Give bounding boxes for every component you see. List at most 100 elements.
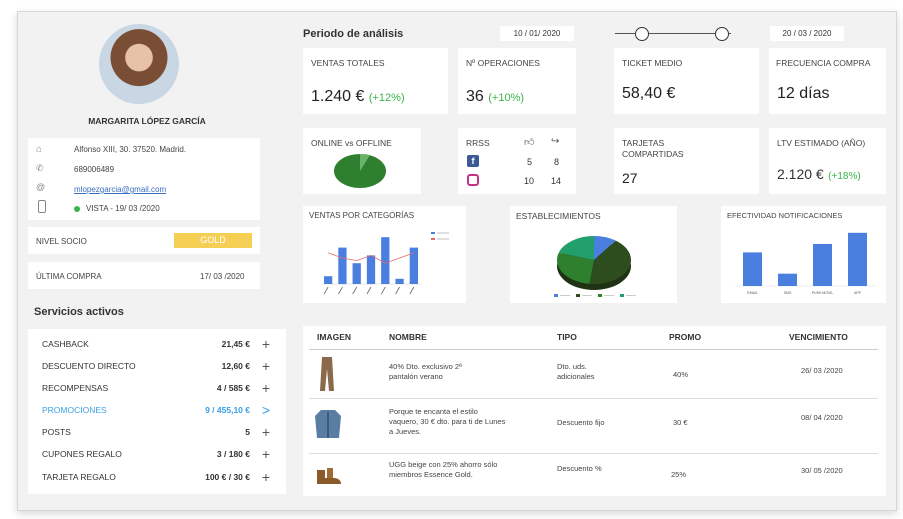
service-value: 4 / 585 € bbox=[216, 383, 250, 393]
service-value: 9 / 455,10 € bbox=[205, 405, 250, 415]
tick-label: SMS bbox=[784, 291, 792, 295]
slider-track bbox=[615, 33, 731, 34]
home-icon: ⌂ bbox=[36, 144, 43, 155]
address-text: Alfonso XIII, 30. 37520. Madrid. bbox=[74, 145, 187, 154]
open-arrow-button[interactable]: > bbox=[258, 402, 274, 418]
dashboard-frame: MARGARITA LÓPEZ GARCÍA ⌂ Alfonso XIII, 3… bbox=[17, 11, 897, 511]
kpi-label: Nº OPERACIONES bbox=[466, 58, 540, 68]
level-label: NIVEL SOCIO bbox=[36, 237, 87, 246]
kpi-label: TARJETAS COMPARTIDAS bbox=[622, 138, 684, 159]
boots-icon bbox=[317, 468, 341, 484]
bar bbox=[395, 278, 404, 284]
service-item-descuento[interactable]: DESCUENTO DIRECTO 12,60 € + bbox=[28, 355, 286, 377]
bar bbox=[324, 276, 333, 284]
kpi-value: 2.120 € (+18%) bbox=[777, 166, 861, 182]
ig-shares: 14 bbox=[551, 176, 562, 186]
at-icon: @ bbox=[36, 182, 46, 192]
online-offline-pie bbox=[334, 153, 386, 188]
establecimientos-pie-chart bbox=[554, 236, 636, 297]
last-purchase-label: ÚLTIMA COMPRA bbox=[36, 272, 102, 281]
table-row[interactable]: UGG beige con 25% ahorro sólo miembros E… bbox=[303, 456, 886, 496]
service-item-promociones[interactable]: PROMOCIONES 9 / 455,10 € > bbox=[28, 399, 286, 421]
kpi-value: 27 bbox=[622, 170, 638, 186]
period-start-date[interactable]: 10 / 01/ 2020 bbox=[500, 26, 574, 41]
ventas-categorias-chart bbox=[321, 232, 449, 295]
avatar bbox=[99, 24, 179, 104]
chart-title: EFECTIVIDAD NOTIFICACIONES bbox=[727, 211, 843, 220]
tick-label bbox=[352, 286, 358, 295]
add-button[interactable]: + bbox=[258, 358, 274, 374]
tick-label: APP bbox=[854, 291, 862, 295]
jacket-icon bbox=[315, 410, 341, 438]
chart-establecimientos: ESTABLECIMIENTOS bbox=[510, 206, 677, 303]
tick-label bbox=[409, 286, 415, 295]
tick-label: PUSH MÓVIL bbox=[812, 290, 834, 295]
phone-icon: ✆ bbox=[36, 163, 44, 173]
last-purchase-card: ÚLTIMA COMPRA 17/ 03 /2020 bbox=[28, 262, 260, 289]
contact-card: ⌂ Alfonso XIII, 30. 37520. Madrid. ✆ 689… bbox=[28, 138, 260, 220]
bar bbox=[743, 252, 762, 286]
add-button[interactable]: + bbox=[258, 469, 274, 485]
bar bbox=[366, 255, 376, 284]
service-value: 100 € / 30 € bbox=[205, 472, 250, 482]
service-item-cupones[interactable]: CUPONES REGALO 3 / 180 € + bbox=[28, 443, 286, 465]
kpi-rrss: RRSS 👍︎ ↪ f 5 8 10 14 bbox=[458, 128, 576, 194]
kpi-label: VENTAS TOTALES bbox=[311, 58, 385, 68]
add-button[interactable]: + bbox=[258, 380, 274, 396]
kpi-ltv: LTV ESTIMADO (AÑO) 2.120 € (+18%) bbox=[769, 128, 886, 194]
col-promo: PROMO bbox=[669, 332, 702, 342]
bar bbox=[338, 247, 347, 284]
service-item-cashback[interactable]: CASHBACK 21,45 € + bbox=[28, 333, 286, 355]
legend-swatch bbox=[598, 294, 602, 297]
share-icon: ↪ bbox=[551, 136, 560, 147]
tick-label: EMAIL bbox=[747, 291, 758, 295]
ig-likes: 10 bbox=[524, 176, 535, 186]
efectividad-bar-chart: EMAIL SMS PUSH MÓVIL APP bbox=[735, 232, 875, 295]
service-value: 3 / 180 € bbox=[216, 449, 250, 459]
service-label: PROMOCIONES bbox=[42, 405, 107, 415]
slider-handle-end[interactable] bbox=[715, 27, 729, 41]
facebook-icon: f bbox=[467, 155, 479, 167]
chart-efectividad: EFECTIVIDAD NOTIFICACIONES EMAIL SMS PUSH … bbox=[721, 206, 886, 303]
col-imagen: IMAGEN bbox=[317, 332, 351, 342]
kpi-ticket-medio: TICKET MEDIO 58,40 € bbox=[614, 48, 759, 114]
service-item-recompensas[interactable]: RECOMPENSAS 4 / 585 € + bbox=[28, 377, 286, 399]
chart-title: ESTABLECIMIENTOS bbox=[516, 211, 601, 221]
table-row[interactable]: Porque te encanta el estilo vaquero, 30 … bbox=[303, 402, 886, 452]
service-value: 5 bbox=[245, 427, 250, 437]
online-dot bbox=[74, 206, 80, 212]
bar bbox=[848, 232, 867, 286]
service-label: POSTS bbox=[42, 427, 71, 437]
add-button[interactable]: + bbox=[258, 446, 274, 462]
col-tipo: TIPO bbox=[557, 332, 577, 342]
col-nombre: NOMBRE bbox=[389, 332, 427, 342]
period-end-date[interactable]: 20 / 03 / 2020 bbox=[770, 26, 844, 41]
tick-label bbox=[338, 286, 343, 295]
add-button[interactable]: + bbox=[258, 336, 274, 352]
service-value: 21,45 € bbox=[221, 339, 250, 349]
service-label: RECOMPENSAS bbox=[42, 383, 109, 393]
chart-ventas-categorias: VENTAS POR CATEGORÍAS bbox=[303, 206, 466, 303]
instagram-icon bbox=[467, 174, 479, 186]
add-button[interactable]: + bbox=[258, 424, 274, 440]
service-item-tarjeta[interactable]: TARJETA REGALO 100 € / 30 € + bbox=[28, 466, 286, 488]
slider-handle-start[interactable] bbox=[635, 27, 649, 41]
like-icon: 👍︎ bbox=[524, 137, 535, 148]
customer-name: MARGARITA LÓPEZ GARCÍA bbox=[88, 116, 206, 126]
period-range-slider[interactable] bbox=[615, 26, 735, 42]
col-vencimiento: VENCIMIENTO bbox=[789, 332, 848, 342]
email-link[interactable]: mlopezgarcia@gmail.com bbox=[74, 185, 166, 194]
last-purchase-value: 17/ 03 /2020 bbox=[200, 272, 245, 281]
tick-label bbox=[323, 286, 329, 295]
table-row[interactable]: 40% Dto. exclusivo 2ª pantalón verano Dt… bbox=[303, 352, 886, 398]
kpi-label: ONLINE vs OFFLINE bbox=[311, 138, 392, 148]
service-item-posts[interactable]: POSTS 5 + bbox=[28, 421, 286, 443]
bar bbox=[381, 237, 390, 284]
kpi-value: 36 (+10%) bbox=[466, 88, 525, 105]
legend-swatch bbox=[620, 294, 624, 297]
kpi-value: 12 días bbox=[777, 85, 830, 102]
kpi-online-offline: ONLINE vs OFFLINE bbox=[303, 128, 421, 194]
tick-label bbox=[366, 286, 372, 295]
kpi-value: 58,40 € bbox=[622, 85, 676, 102]
kpi-ventas-totales: VENTAS TOTALES 1.240 € (+12%) bbox=[303, 48, 448, 114]
